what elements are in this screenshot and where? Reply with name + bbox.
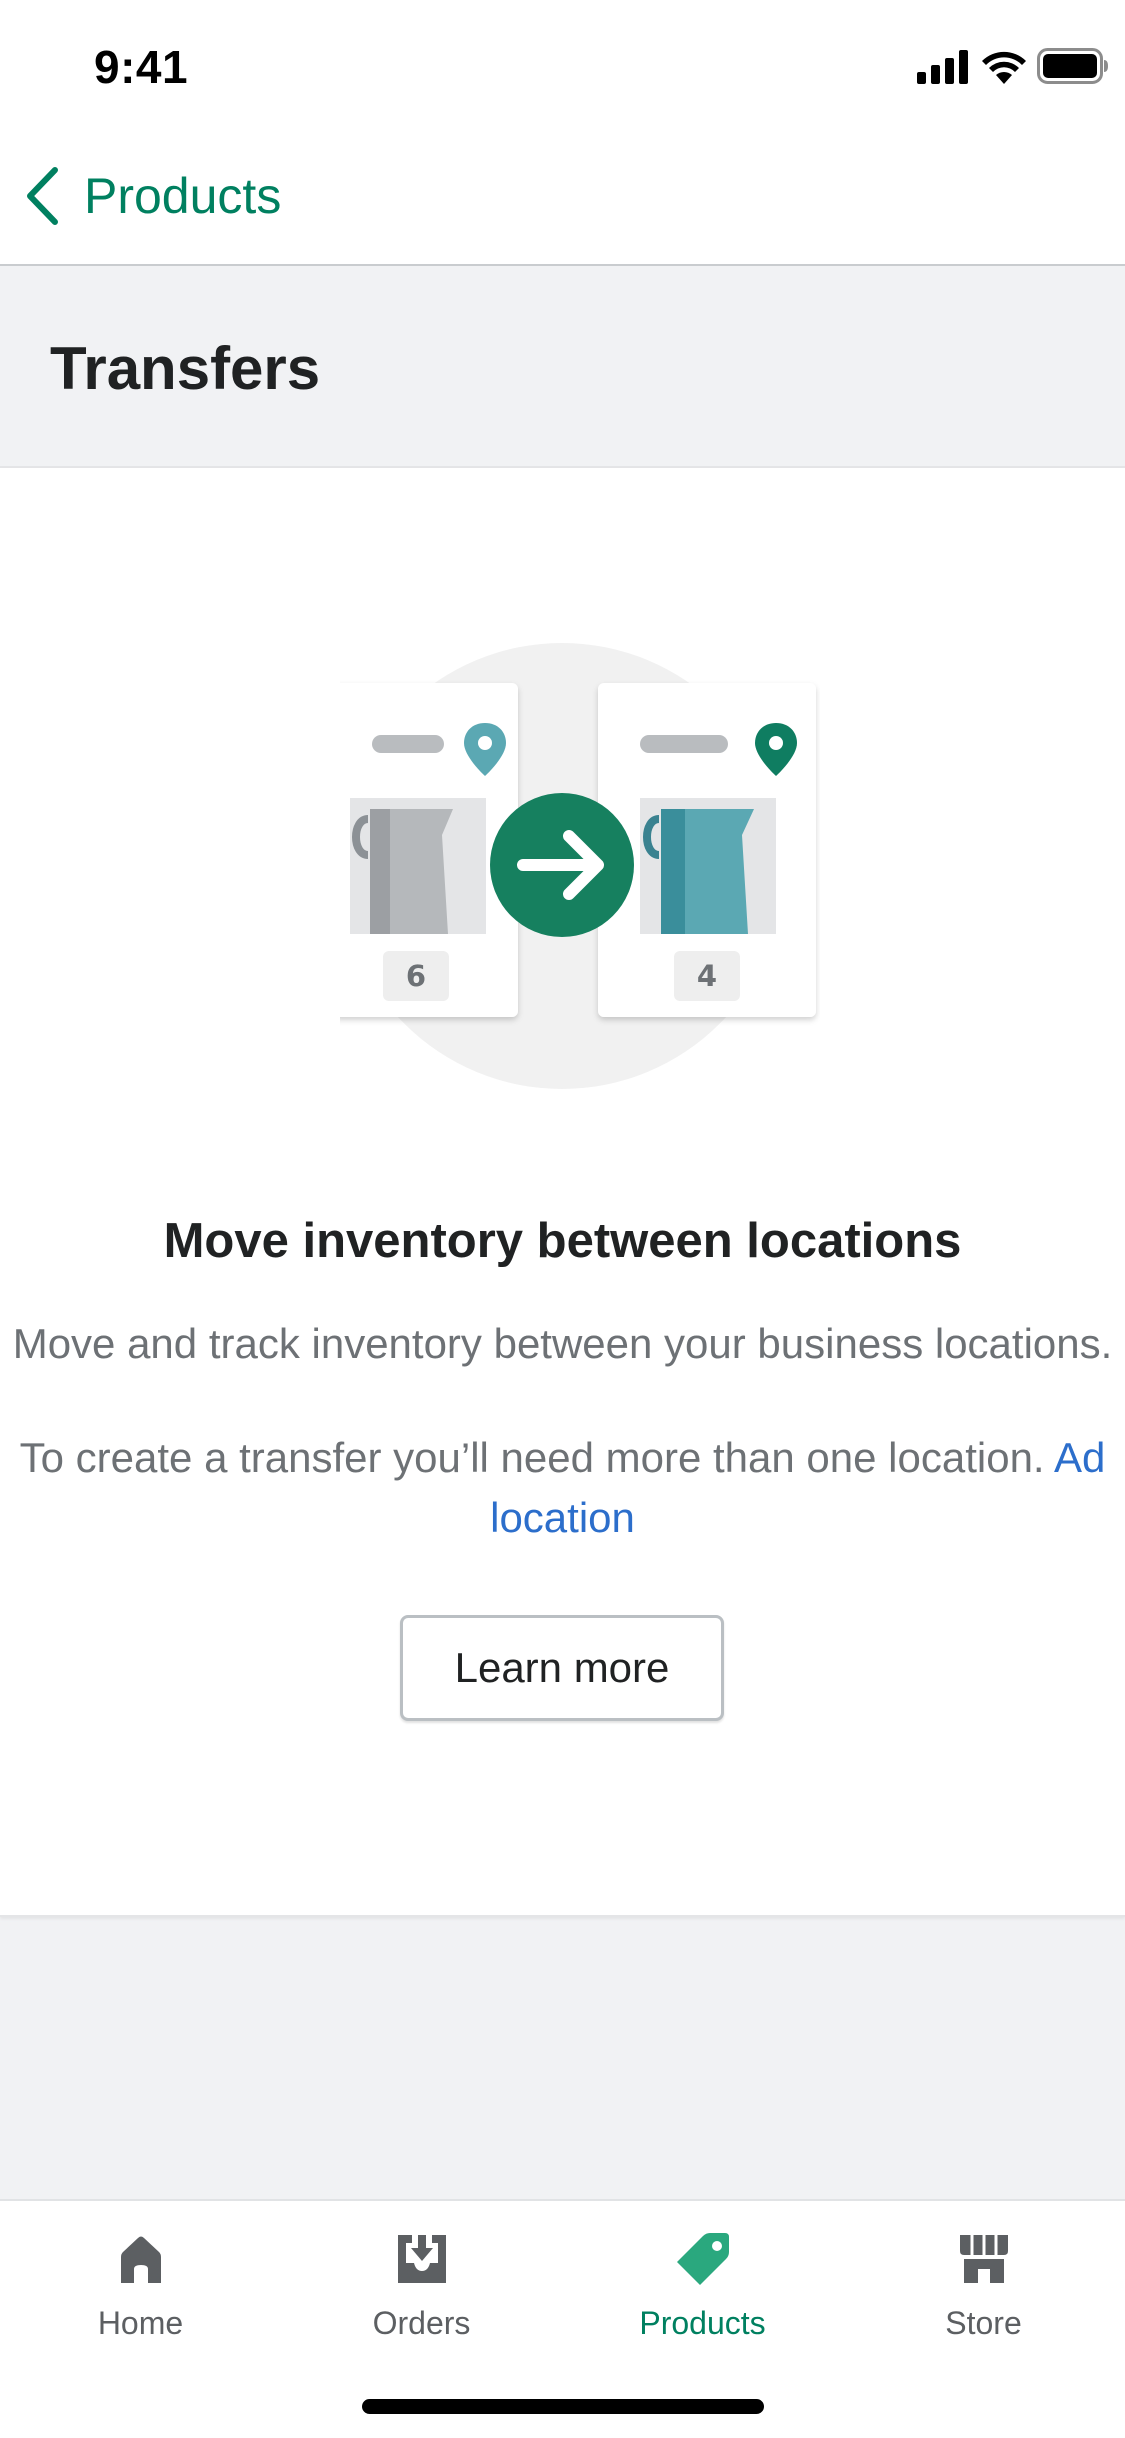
tab-store[interactable]: Store [843,2231,1124,2371]
navigation-bar: Products [0,132,1125,266]
tab-home[interactable]: Home [0,2231,281,2371]
status-icons [917,48,1108,90]
pitcher-icon [643,809,754,934]
page-header: Transfers [0,266,1125,468]
empty-state-description: Move and track inventory between your bu… [12,1320,1113,1367]
note-line: To create a transfer you’ll need more th… [0,1428,1125,1488]
home-icon [120,2236,161,2283]
back-button-label: Products [84,168,282,224]
tab-label: Products [639,2305,766,2341]
empty-state-card: 6 4 Move inventory between locations Mov… [0,468,1125,1917]
pitcher-icon [352,809,453,934]
tab-label: Home [97,2305,184,2341]
back-button[interactable]: Products [22,160,281,232]
cellular-signal-icon [917,50,968,84]
inventory-transfer-illustration: 6 4 [340,643,816,1089]
tab-orders[interactable]: Orders [281,2231,562,2371]
learn-more-button[interactable]: Learn more [400,1615,724,1721]
empty-state-heading: Move inventory between locations [163,1214,962,1268]
add-location-link-start[interactable]: Ad [1054,1434,1105,1481]
tag-icon [676,2233,729,2285]
store-icon [959,2235,1008,2283]
tab-label: Store [945,2305,1022,2341]
orders-inbox-icon [397,2235,446,2283]
add-location-link[interactable]: location [490,1494,635,1541]
source-quantity: 6 [406,959,426,993]
tab-products[interactable]: Products [562,2231,843,2371]
transfer-arrow-icon [490,793,634,937]
wifi-icon [982,51,1026,84]
tab-label: Orders [372,2305,471,2341]
destination-quantity: 4 [697,959,717,993]
empty-state-note: To create a transfer you’ll need more th… [0,1428,1125,1548]
status-time: 9:41 [94,41,189,93]
status-bar: 9:41 [0,0,1125,132]
page-title: Transfers [50,335,321,402]
source-location-card: 6 [340,683,518,1017]
chevron-left-icon [27,167,58,225]
home-indicator [362,2399,764,2414]
note-text: To create a transfer you’ll need more th… [19,1434,1045,1481]
battery-icon [1037,48,1108,84]
